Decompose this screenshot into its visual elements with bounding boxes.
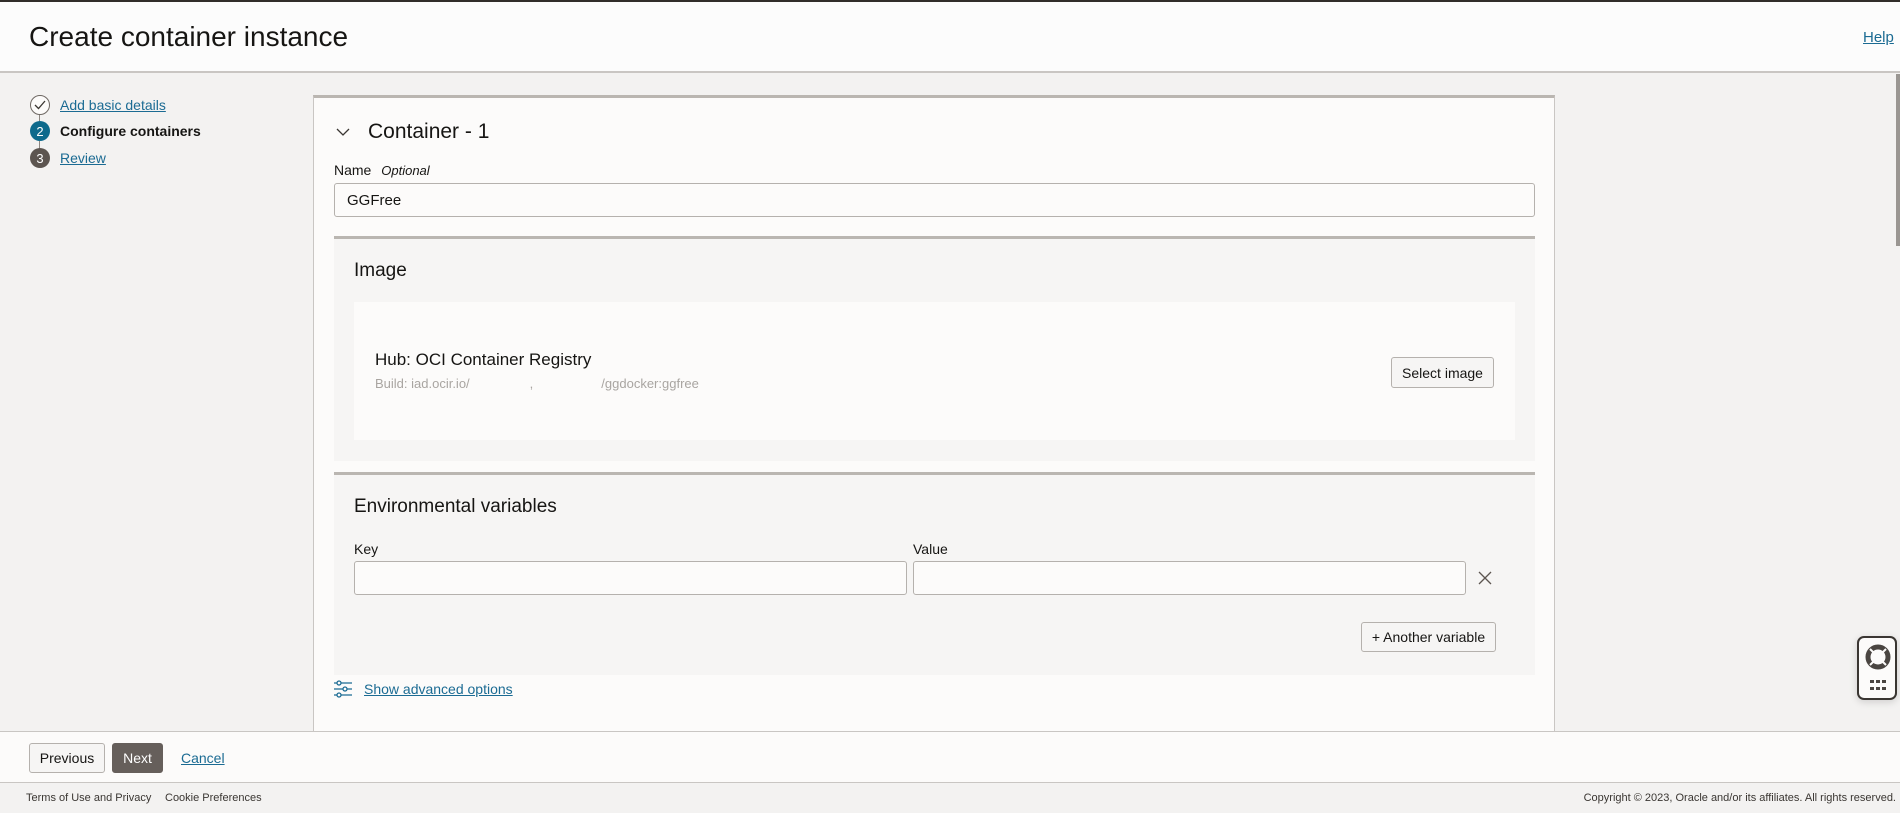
copyright: Copyright © 2023, Oracle and/or its affi… [1583, 792, 1896, 804]
remove-variable-close-icon[interactable] [1478, 571, 1492, 585]
page-header: Create container instance Help [0, 2, 1900, 73]
step-configure-containers: 2 Configure containers [30, 121, 201, 141]
image-card: Hub: OCI Container Registry Build: iad.o… [354, 302, 1515, 440]
container-collapse-toggle[interactable]: Container - 1 [336, 120, 489, 144]
step-number: 2 [30, 121, 50, 141]
chevron-down-icon [336, 128, 350, 136]
step-review[interactable]: 3 Review [30, 148, 106, 168]
image-build: Build: iad.ocir.io/, /ggdocker:ggfree [375, 376, 699, 391]
value-label: Value [913, 541, 948, 557]
step-label[interactable]: Review [60, 150, 106, 166]
lifebuoy-icon [1865, 644, 1891, 670]
build-suffix: /ggdocker:ggfree [601, 376, 699, 391]
terms-link[interactable]: Terms of Use and Privacy [26, 792, 151, 804]
env-value-input[interactable] [913, 561, 1466, 595]
show-advanced-options[interactable]: Show advanced options [334, 680, 513, 698]
optional-tag: Optional [381, 163, 430, 178]
step-label[interactable]: Add basic details [60, 97, 166, 113]
page-scrollbar[interactable] [1896, 74, 1900, 246]
image-hub: Hub: OCI Container Registry [375, 350, 592, 369]
step-number: 3 [30, 148, 50, 168]
cancel-link[interactable]: Cancel [181, 750, 225, 766]
name-label-text: Name [334, 162, 372, 178]
check-icon [30, 95, 50, 115]
env-heading: Environmental variables [354, 496, 557, 517]
build-separator: , [529, 376, 534, 391]
image-heading: Image [354, 260, 407, 281]
name-label: Name Optional [334, 162, 430, 178]
page-title: Create container instance [29, 21, 349, 52]
cookie-preferences-link[interactable]: Cookie Preferences [165, 792, 262, 804]
container-title: Container - 1 [368, 120, 490, 143]
next-button[interactable]: Next [112, 743, 163, 773]
container-card: Container - 1 Name Optional GGFree Image… [313, 95, 1555, 735]
build-prefix: Build: iad.ocir.io/ [375, 376, 470, 391]
step-label: Configure containers [60, 123, 201, 139]
name-input[interactable]: GGFree [334, 183, 1535, 217]
show-advanced-link[interactable]: Show advanced options [364, 681, 513, 697]
help-link[interactable]: Help [1863, 29, 1894, 46]
help-support-widget[interactable] [1857, 636, 1897, 700]
wizard-actions-bar: Previous Next Cancel [0, 731, 1900, 783]
env-vars-section: Environmental variables Key Value + Anot… [334, 472, 1535, 675]
sliders-icon [334, 680, 352, 698]
page-footer: Terms of Use and Privacy Cookie Preferen… [0, 784, 1900, 813]
add-variable-button[interactable]: + Another variable [1361, 622, 1496, 652]
previous-button[interactable]: Previous [29, 743, 105, 773]
step-add-basic-details[interactable]: Add basic details [30, 95, 166, 115]
image-section: Image Hub: OCI Container Registry Build:… [334, 236, 1535, 461]
select-image-button[interactable]: Select image [1391, 357, 1494, 388]
env-key-input[interactable] [354, 561, 907, 595]
key-label: Key [354, 541, 379, 557]
apps-grid-icon [1870, 680, 1886, 690]
